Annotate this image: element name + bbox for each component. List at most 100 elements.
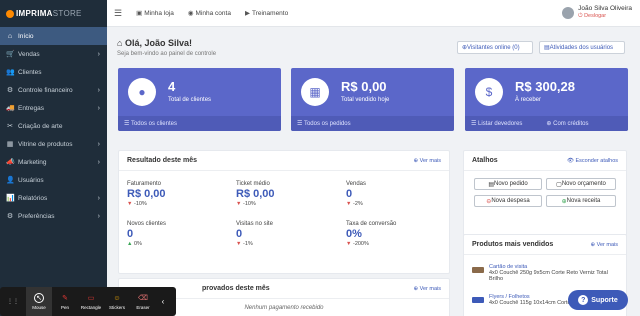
stat-value: R$ 300,28 bbox=[515, 79, 575, 94]
product-image bbox=[472, 297, 484, 303]
brand-logo[interactable]: IMPRIMA STORE bbox=[0, 0, 107, 27]
chevron-left-icon: ‹ bbox=[161, 297, 165, 306]
sidebar-item-7[interactable]: 📣 Marketing › bbox=[0, 153, 107, 171]
sidebar-item-10[interactable]: ⚙ Preferências › bbox=[0, 207, 107, 225]
metric-item: Visitas no site 0 ▼ -1% bbox=[236, 221, 326, 247]
change-value: -1% bbox=[242, 241, 253, 247]
sidebar-item-9[interactable]: 📊 Relatórios › bbox=[0, 189, 107, 207]
sidebar-icon: ✂ bbox=[7, 123, 13, 130]
collapse-toolbar-button[interactable]: ‹ bbox=[156, 287, 170, 316]
sidebar-item-1[interactable]: 🛒 Vendas › bbox=[0, 45, 107, 63]
see-more-link[interactable]: ⊕ Ver mais bbox=[413, 158, 441, 164]
stat-value: 4 bbox=[168, 79, 176, 94]
sidebar-icon: 📊 bbox=[6, 195, 15, 202]
visitors-label: Visitantes online (0) bbox=[467, 44, 520, 51]
sidebar-item-5[interactable]: ✂ Criação de arte bbox=[0, 117, 107, 135]
all-clients-link[interactable]: ☰ Todos os clientes bbox=[124, 120, 189, 127]
pen-icon: ✎ bbox=[62, 295, 68, 302]
toolbar-grip[interactable]: ⋮⋮ bbox=[0, 287, 26, 316]
new-order-button[interactable]: ▤ Novo pedido bbox=[474, 178, 542, 190]
chevron-right-icon: › bbox=[97, 104, 100, 112]
metric-item: Taxa de conversão 0% ▼ -200% bbox=[346, 221, 436, 247]
panel-title: Resultado deste mês bbox=[127, 157, 198, 164]
menu-icon[interactable]: ☰ bbox=[114, 8, 122, 19]
sidebar-item-8[interactable]: 👤 Usuários bbox=[0, 171, 107, 189]
user-name: João Silva Oliveira bbox=[578, 5, 632, 12]
sidebar-icon: ⚙ bbox=[6, 213, 14, 220]
all-orders-link[interactable]: ☰ Todos os pedidos bbox=[297, 120, 363, 127]
logout-link[interactable]: ⏻ Deslogar bbox=[578, 13, 632, 20]
change-value: -200% bbox=[352, 241, 369, 247]
metric-change: ▼ -200% bbox=[346, 241, 436, 247]
metric-item: Ticket médio R$ 0,00 ▼ -10% bbox=[236, 181, 326, 207]
tool-label: Mouse bbox=[32, 305, 46, 310]
monthly-results-panel: Resultado deste mês ⊕ Ver mais Faturamen… bbox=[118, 150, 450, 274]
logo-icon bbox=[6, 9, 14, 18]
link-label: Ver mais bbox=[419, 158, 441, 164]
link-label: Listar devedores bbox=[478, 121, 523, 127]
chevron-right-icon: › bbox=[97, 50, 100, 58]
metric-item: Vendas 0 ▼ -2% bbox=[346, 181, 436, 207]
metric-label: Vendas bbox=[346, 181, 367, 187]
product-image bbox=[472, 267, 484, 273]
training-link[interactable]: ▶ Treinamento bbox=[245, 9, 288, 18]
my-account-link[interactable]: ◉ Minha conta bbox=[188, 9, 231, 18]
with-credits-link[interactable]: ⊕ Com créditos bbox=[546, 120, 600, 127]
support-label: Suporte bbox=[591, 296, 618, 304]
sidebar-item-label: Relatórios bbox=[18, 194, 48, 202]
product-description: 4x0 Couchê 250g 9x5cm Corte Reto Verniz … bbox=[489, 270, 608, 282]
sidebar-icon: ⌂ bbox=[7, 32, 13, 40]
link-label: Ver mais bbox=[419, 286, 441, 292]
my-store-link[interactable]: ▣ Minha loja bbox=[136, 9, 174, 18]
sidebar-item-0[interactable]: ⌂ Início bbox=[0, 27, 107, 45]
pen-tool[interactable]: ✎ Pen bbox=[52, 287, 78, 316]
user-menu[interactable]: João Silva Oliveira ⏻ Deslogar bbox=[562, 5, 632, 20]
sidebar-icon: 🚚 bbox=[6, 105, 15, 112]
sidebar-icon: ⚙ bbox=[6, 87, 14, 94]
change-value: -10% bbox=[242, 201, 256, 207]
metric-item: Novos clientes 0 ▲ 0% bbox=[127, 221, 217, 247]
new-revenue-button[interactable]: ⊕ Nova receita bbox=[546, 195, 616, 207]
sidebar-item-6[interactable]: ▦ Vitrine de produtos › bbox=[0, 135, 107, 153]
list-item[interactable]: Cartão de visita 4x0 Couchê 250g 9x5cm Co… bbox=[472, 264, 612, 282]
link-label: Todos os pedidos bbox=[303, 121, 351, 127]
eraser-tool[interactable]: ⌫ Eraser bbox=[130, 287, 156, 316]
page-title: ⌂ Olá, João Silva! bbox=[117, 38, 192, 48]
sidebar-item-3[interactable]: ⚙ Controle financeiro › bbox=[0, 81, 107, 99]
greeting-text: Olá, João Silva! bbox=[124, 38, 192, 48]
visitors-online-button[interactable]: ⊕ Visitantes online (0) bbox=[457, 41, 533, 54]
change-value: -10% bbox=[133, 201, 147, 207]
panel-title: provados deste mês bbox=[202, 285, 270, 292]
list-debtors-link[interactable]: ☰ Listar devedores bbox=[471, 120, 534, 127]
metric-change: ▼ -1% bbox=[236, 241, 326, 247]
new-expense-button[interactable]: ⊖ Nova despesa bbox=[474, 195, 542, 207]
help-icon: ? bbox=[578, 295, 589, 305]
sidebar-item-4[interactable]: 🚚 Entregas › bbox=[0, 99, 107, 117]
metric-label: Taxa de conversão bbox=[346, 221, 397, 227]
new-quote-button[interactable]: ▢ Novo orçamento bbox=[546, 178, 616, 190]
metric-value: 0 bbox=[127, 228, 134, 240]
support-button[interactable]: ? Suporte bbox=[568, 290, 628, 310]
tool-label: Pen bbox=[60, 305, 69, 310]
link-label: Ver mais bbox=[596, 242, 618, 248]
sidebar-item-2[interactable]: 👥 Clientes bbox=[0, 63, 107, 81]
see-more-link[interactable]: ⊕ Ver mais bbox=[590, 242, 618, 248]
hide-shortcuts-link[interactable]: 👁 Esconder atalhos bbox=[567, 158, 618, 164]
user-activities-button[interactable]: ▤ Atividades dos usuários bbox=[539, 41, 625, 54]
mouse-tool[interactable]: ↖ Mouse bbox=[26, 287, 52, 316]
rectangle-tool[interactable]: ▭ Rectangle bbox=[78, 287, 104, 316]
rectangle-icon: ▭ bbox=[87, 295, 95, 302]
annotation-toolbar: ⋮⋮ ↖ Mouse ✎ Pen ▭ Rectangle ☺ Stickers ⌫ Era… bbox=[0, 287, 176, 316]
metric-change: ▲ 0% bbox=[127, 241, 217, 247]
money-hand-icon: $ bbox=[475, 78, 503, 106]
button-label: Nova despesa bbox=[491, 198, 530, 204]
brand-name: IMPRIMA bbox=[16, 9, 53, 18]
my-store-label: Minha loja bbox=[144, 9, 174, 17]
see-more-link[interactable]: ⊕ Ver mais bbox=[413, 286, 441, 292]
stickers-tool[interactable]: ☺ Stickers bbox=[104, 287, 130, 316]
chevron-right-icon: › bbox=[97, 158, 100, 166]
metric-change: ▼ -10% bbox=[127, 201, 217, 207]
grip-icon: ⋮⋮ bbox=[7, 299, 19, 305]
stat-label: À receber bbox=[515, 97, 542, 103]
link-label: Todos os clientes bbox=[130, 121, 177, 127]
